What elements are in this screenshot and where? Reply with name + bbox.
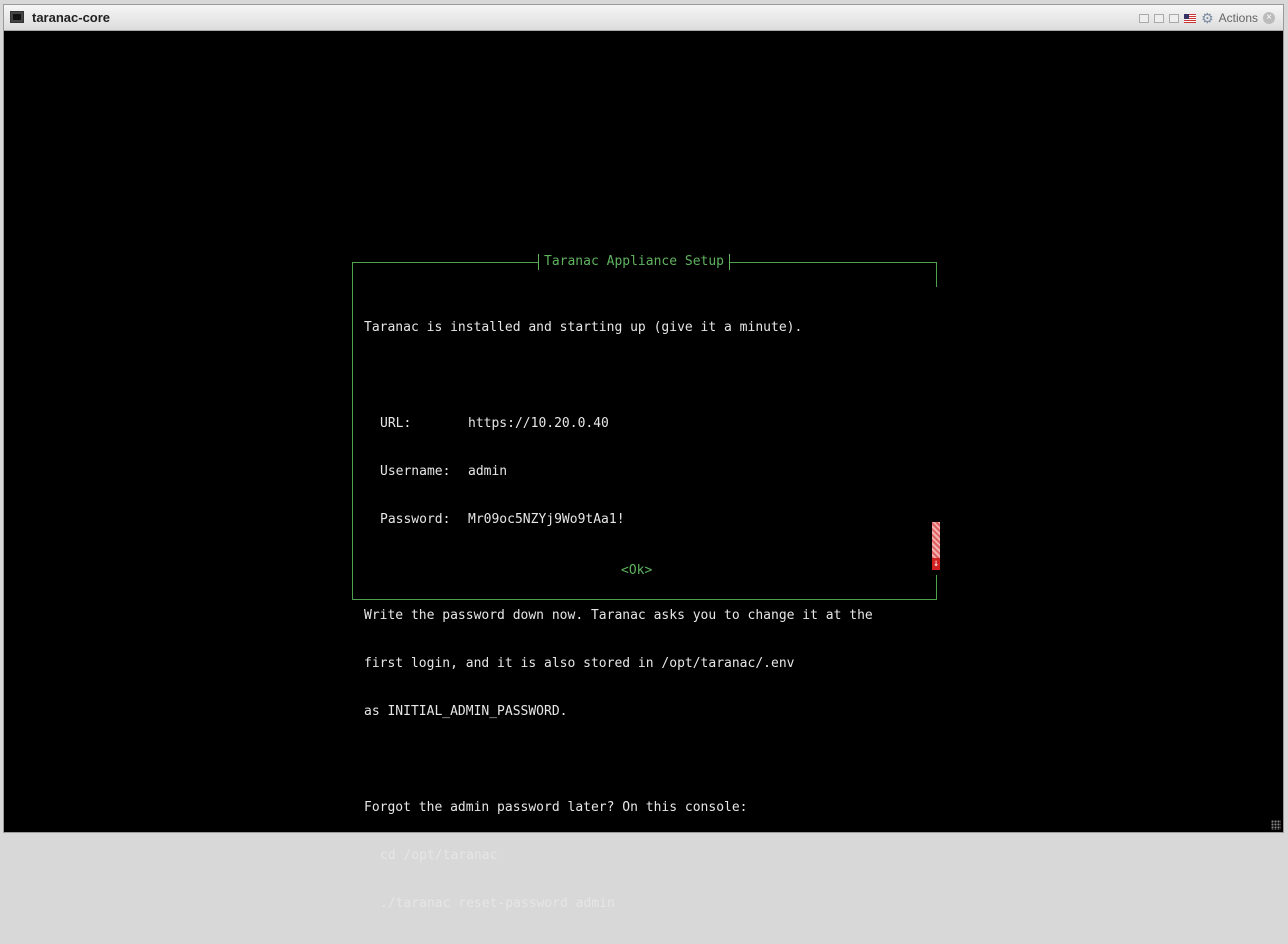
credential-key: Password:	[380, 512, 451, 527]
credential-row-url: URL: https://10.20.0.40	[364, 416, 873, 432]
keyboard-layout-flag-icon[interactable]	[1184, 13, 1197, 23]
command-line: ./taranac reset-password admin	[380, 896, 615, 911]
notice-line: Write the password down now. Taranac ask…	[364, 608, 873, 623]
credential-value: admin	[468, 464, 508, 479]
dialog-title: Taranac Appliance Setup	[538, 254, 731, 270]
credential-row-password: Password: Mr09oc5NZYj9Wo9tAa1!	[364, 512, 873, 528]
title-controls: ⚙ Actions ×	[1139, 10, 1275, 26]
arrow-down-icon[interactable]: ↓	[932, 558, 940, 570]
setup-dialog: Taranac Appliance Setup Taranac is insta…	[352, 254, 937, 911]
actions-menu[interactable]: Actions	[1219, 11, 1258, 25]
console-icon	[10, 11, 24, 23]
credential-value: Mr09oc5NZYj9Wo9tAa1!	[468, 512, 625, 527]
restore-window-icon[interactable]	[1154, 13, 1165, 23]
intro-text: Taranac is installed and starting up (gi…	[364, 320, 803, 335]
notice-line: first login, and it is also stored in /o…	[364, 656, 795, 671]
resize-grip-icon[interactable]	[1271, 820, 1281, 830]
credential-key: URL:	[380, 416, 412, 431]
gear-icon[interactable]: ⚙	[1201, 11, 1214, 25]
forgot-password-text: Forgot the admin password later? On this…	[364, 800, 748, 815]
dialog-scrollbar[interactable]: ↓	[932, 522, 940, 570]
window-title: taranac-core	[32, 10, 111, 25]
command-line: cd /opt/taranac	[380, 848, 498, 863]
credential-value: https://10.20.0.40	[468, 416, 609, 431]
close-icon[interactable]: ×	[1263, 12, 1275, 24]
fullscreen-icon[interactable]	[1169, 13, 1180, 23]
credential-row-username: Username: admin	[364, 464, 873, 480]
console-screen[interactable]: Taranac Appliance Setup Taranac is insta…	[4, 31, 1283, 911]
ok-button[interactable]: <Ok>	[621, 563, 652, 579]
notice-line: as INITIAL_ADMIN_PASSWORD.	[364, 704, 568, 719]
vm-console-window: taranac-core ⚙ Actions × Taranac Applian…	[3, 4, 1284, 911]
credential-key: Username:	[380, 464, 451, 479]
fit-window-icon[interactable]	[1139, 13, 1150, 23]
dialog-content: Taranac is installed and starting up (gi…	[364, 288, 873, 944]
window-titlebar: taranac-core ⚙ Actions ×	[4, 5, 1283, 31]
